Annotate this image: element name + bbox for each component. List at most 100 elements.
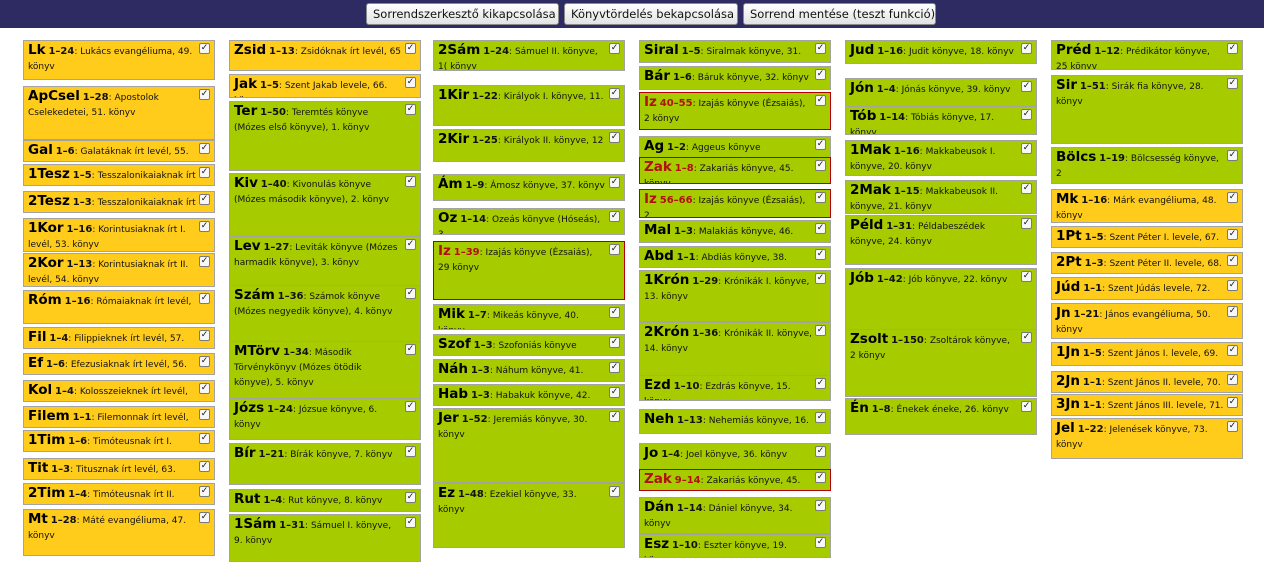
book-checkbox[interactable]: ✓ (405, 517, 416, 528)
book-checkbox[interactable]: ✓ (405, 43, 416, 54)
book-card-tit[interactable]: Tit 1–3: Titusznak írt levél, 63. könyv✓ (23, 458, 215, 480)
book-checkbox[interactable]: ✓ (815, 537, 826, 548)
book-checkbox[interactable]: ✓ (199, 383, 210, 394)
book-card-kiv[interactable]: Kiv 1–40: Kivonulás könyve (Mózes másodi… (229, 173, 421, 237)
book-card-2tesz[interactable]: 2Tesz 1–3: Tesszalonikaiaknak írt ✓ (23, 191, 215, 213)
book-checkbox[interactable]: ✓ (405, 344, 416, 355)
book-checkbox[interactable]: ✓ (1227, 78, 1238, 89)
book-card-1tim[interactable]: 1Tim 1–6: Timóteusnak írt I. levél✓ (23, 430, 215, 452)
book-checkbox[interactable]: ✓ (609, 88, 620, 99)
book-card-oz[interactable]: Oz 1–14: Ozeás könyve (Hóseás), 3 ✓ (433, 208, 625, 235)
book-checkbox[interactable]: ✓ (1227, 280, 1238, 291)
book-checkbox[interactable]: ✓ (1227, 397, 1238, 408)
book-card-jak[interactable]: Jak 1–5: Szent Jakab levele, 66. könyv✓ (229, 74, 421, 98)
book-checkbox[interactable]: ✓ (815, 472, 826, 483)
book-checkbox[interactable]: ✓ (199, 356, 210, 367)
book-checkbox[interactable]: ✓ (405, 288, 416, 299)
book-checkbox[interactable]: ✓ (815, 412, 826, 423)
book-card-2kir[interactable]: 2Kir 1–25: Királyok II. könyve, 12 ✓ (433, 129, 625, 162)
book-card-esz[interactable]: Esz 1–10: Eszter könyve, 19. könyv✓ (639, 534, 831, 558)
book-card-jud[interactable]: Jud 1–16: Judit könyve, 18. könyv ✓ (845, 40, 1037, 64)
book-card-kol[interactable]: Kol 1–4: Kolosszeieknek írt levél, ✓ (23, 380, 215, 402)
book-checkbox[interactable]: ✓ (815, 160, 826, 171)
book-card-dán[interactable]: Dán 1–14: Dániel könyve, 34. könyv ✓ (639, 497, 831, 534)
book-checkbox[interactable]: ✓ (609, 211, 620, 222)
book-card-1krón[interactable]: 1Krón 1–29: Krónikák I. könyve, 13. köny… (639, 270, 831, 322)
book-card-2sám[interactable]: 2Sám 1–24: Sámuel II. könyve, 1( könyv ✓ (433, 40, 625, 71)
book-checkbox[interactable]: ✓ (405, 401, 416, 412)
book-checkbox[interactable]: ✓ (609, 411, 620, 422)
pagination-toggle-button[interactable]: Könyvtördelés bekapcsolása (564, 3, 738, 25)
book-checkbox[interactable]: ✓ (1227, 150, 1238, 161)
book-card-ám[interactable]: Ám 1–9: Ámosz könyve, 37. könyv ✓ (433, 174, 625, 201)
book-card-róm[interactable]: Róm 1–16: Rómaiaknak írt levél, ✓ (23, 290, 215, 324)
book-checkbox[interactable]: ✓ (609, 244, 620, 255)
book-card-1sám[interactable]: 1Sám 1–31: Sámuel I. könyve, 9. könyv ✓ (229, 514, 421, 562)
book-checkbox[interactable]: ✓ (199, 433, 210, 444)
book-checkbox[interactable]: ✓ (1227, 374, 1238, 385)
book-card-rut[interactable]: Rut 1–4: Rut könyve, 8. könyv ✓ (229, 489, 421, 512)
book-checkbox[interactable]: ✓ (815, 249, 826, 260)
book-card-fil[interactable]: Fil 1–4: Filippieknek írt levél, 57. ✓ (23, 327, 215, 349)
book-checkbox[interactable]: ✓ (405, 492, 416, 503)
book-card-2kor[interactable]: 2Kor 1–13: Korintusiaknak írt II. levél,… (23, 253, 215, 287)
book-checkbox[interactable]: ✓ (1227, 421, 1238, 432)
book-checkbox[interactable]: ✓ (1227, 306, 1238, 317)
book-checkbox[interactable]: ✓ (609, 486, 620, 497)
book-checkbox[interactable]: ✓ (1021, 43, 1032, 54)
book-checkbox[interactable]: ✓ (609, 177, 620, 188)
book-card-zak[interactable]: Zak 1–8: Zakariás könyve, 45. könyv ✓ (639, 157, 831, 184)
book-card-mk[interactable]: Mk 1–16: Márk evangéliuma, 48. könyv ✓ (1051, 189, 1243, 223)
book-card-mal[interactable]: Mal 1–3: Malakiás könyve, 46. könyv✓ (639, 220, 831, 243)
book-checkbox[interactable]: ✓ (199, 167, 210, 178)
book-card-jón[interactable]: Jón 1–4: Jónás könyve, 39. könyv ✓ (845, 78, 1037, 107)
book-checkbox[interactable]: ✓ (815, 192, 826, 203)
book-card-2pt[interactable]: 2Pt 1–3: Szent Péter II. levele, 68. ✓ (1051, 252, 1243, 274)
book-checkbox[interactable]: ✓ (1227, 43, 1238, 54)
book-card-jób[interactable]: Jób 1–42: Jób könyve, 22. könyv ✓ (845, 268, 1037, 332)
book-card-júd[interactable]: Júd 1–1: Szent Júdás levele, 72. ✓ (1051, 277, 1243, 300)
book-card-mik[interactable]: Mik 1–7: Mikeás könyve, 40. könyv✓ (433, 304, 625, 330)
book-checkbox[interactable]: ✓ (199, 409, 210, 420)
book-card-1tesz[interactable]: 1Tesz 1–5: Tesszalonikaiaknak írt ✓ (23, 164, 215, 186)
book-card-bölcs[interactable]: Bölcs 1–19: Bölcsesség könyve, 2 ✓ (1051, 147, 1243, 184)
book-card-bár[interactable]: Bár 1–6: Báruk könyve, 32. könyv ✓ (639, 66, 831, 90)
book-card-2tim[interactable]: 2Tim 1–4: Timóteusnak írt II. levél✓ (23, 483, 215, 505)
book-checkbox[interactable]: ✓ (199, 486, 210, 497)
book-checkbox[interactable]: ✓ (815, 378, 826, 389)
book-checkbox[interactable]: ✓ (199, 330, 210, 341)
book-card-jer[interactable]: Jer 1–52: Jeremiás könyve, 30. könyv ✓ (433, 408, 625, 483)
book-checkbox[interactable]: ✓ (1021, 109, 1032, 120)
book-checkbox[interactable]: ✓ (815, 500, 826, 511)
book-checkbox[interactable]: ✓ (815, 325, 826, 336)
book-checkbox[interactable]: ✓ (405, 104, 416, 115)
book-card-szof[interactable]: Szof 1–3: Szofoniás könyve ✓ (433, 334, 625, 356)
book-checkbox[interactable]: ✓ (609, 43, 620, 54)
book-checkbox[interactable]: ✓ (199, 43, 210, 54)
book-checkbox[interactable]: ✓ (1227, 229, 1238, 240)
book-card-iz[interactable]: Iz 40–55: Izajás könyve (Ézsaiás), 2 kön… (639, 92, 831, 130)
book-checkbox[interactable]: ✓ (405, 77, 416, 88)
book-card-náh[interactable]: Náh 1–3: Náhum könyve, 41. könyv✓ (433, 359, 625, 382)
book-card-józs[interactable]: Józs 1–24: Józsue könyve, 6. könyv ✓ (229, 398, 421, 440)
book-card-siral[interactable]: Siral 1–5: Siralmak könyve, 31. ✓ (639, 40, 831, 63)
book-card-2mak[interactable]: 2Mak 1–15: Makkabeusok II. könyve, 21. k… (845, 180, 1037, 214)
book-card-iz[interactable]: Iz 56–66: Izajás könyve (Ézsaiás), 2 ✓ (639, 189, 831, 218)
book-card-tób[interactable]: Tób 1–14: Tóbiás könyve, 17. könyv ✓ (845, 106, 1037, 135)
book-checkbox[interactable]: ✓ (609, 132, 620, 143)
book-checkbox[interactable]: ✓ (815, 69, 826, 80)
book-checkbox[interactable]: ✓ (815, 446, 826, 457)
book-checkbox[interactable]: ✓ (609, 362, 620, 373)
book-card-iz[interactable]: Iz 1–39: Izajás könyve (Ézsaiás), 29 kön… (433, 241, 625, 300)
book-card-ter[interactable]: Ter 1–50: Teremtés könyve (Mózes első kö… (229, 101, 421, 171)
book-checkbox[interactable]: ✓ (815, 139, 826, 150)
book-card-gal[interactable]: Gal 1–6: Galatáknak írt levél, 55. ✓ (23, 140, 215, 162)
book-card-jel[interactable]: Jel 1–22: Jelenések könyve, 73. könyv ✓ (1051, 418, 1243, 459)
book-card-ef[interactable]: Ef 1–6: Efezusiaknak írt levél, 56. ✓ (23, 353, 215, 375)
book-checkbox[interactable]: ✓ (609, 337, 620, 348)
book-checkbox[interactable]: ✓ (1227, 345, 1238, 356)
book-checkbox[interactable]: ✓ (199, 461, 210, 472)
book-card-1jn[interactable]: 1Jn 1–5: Szent János I. levele, 69. ✓ (1051, 342, 1243, 366)
book-card-1kor[interactable]: 1Kor 1–16: Korintusiaknak írt I. levél, … (23, 218, 215, 252)
book-card-mtörv[interactable]: MTörv 1–34: Második Törvénykönyv (Mózes … (229, 341, 421, 401)
